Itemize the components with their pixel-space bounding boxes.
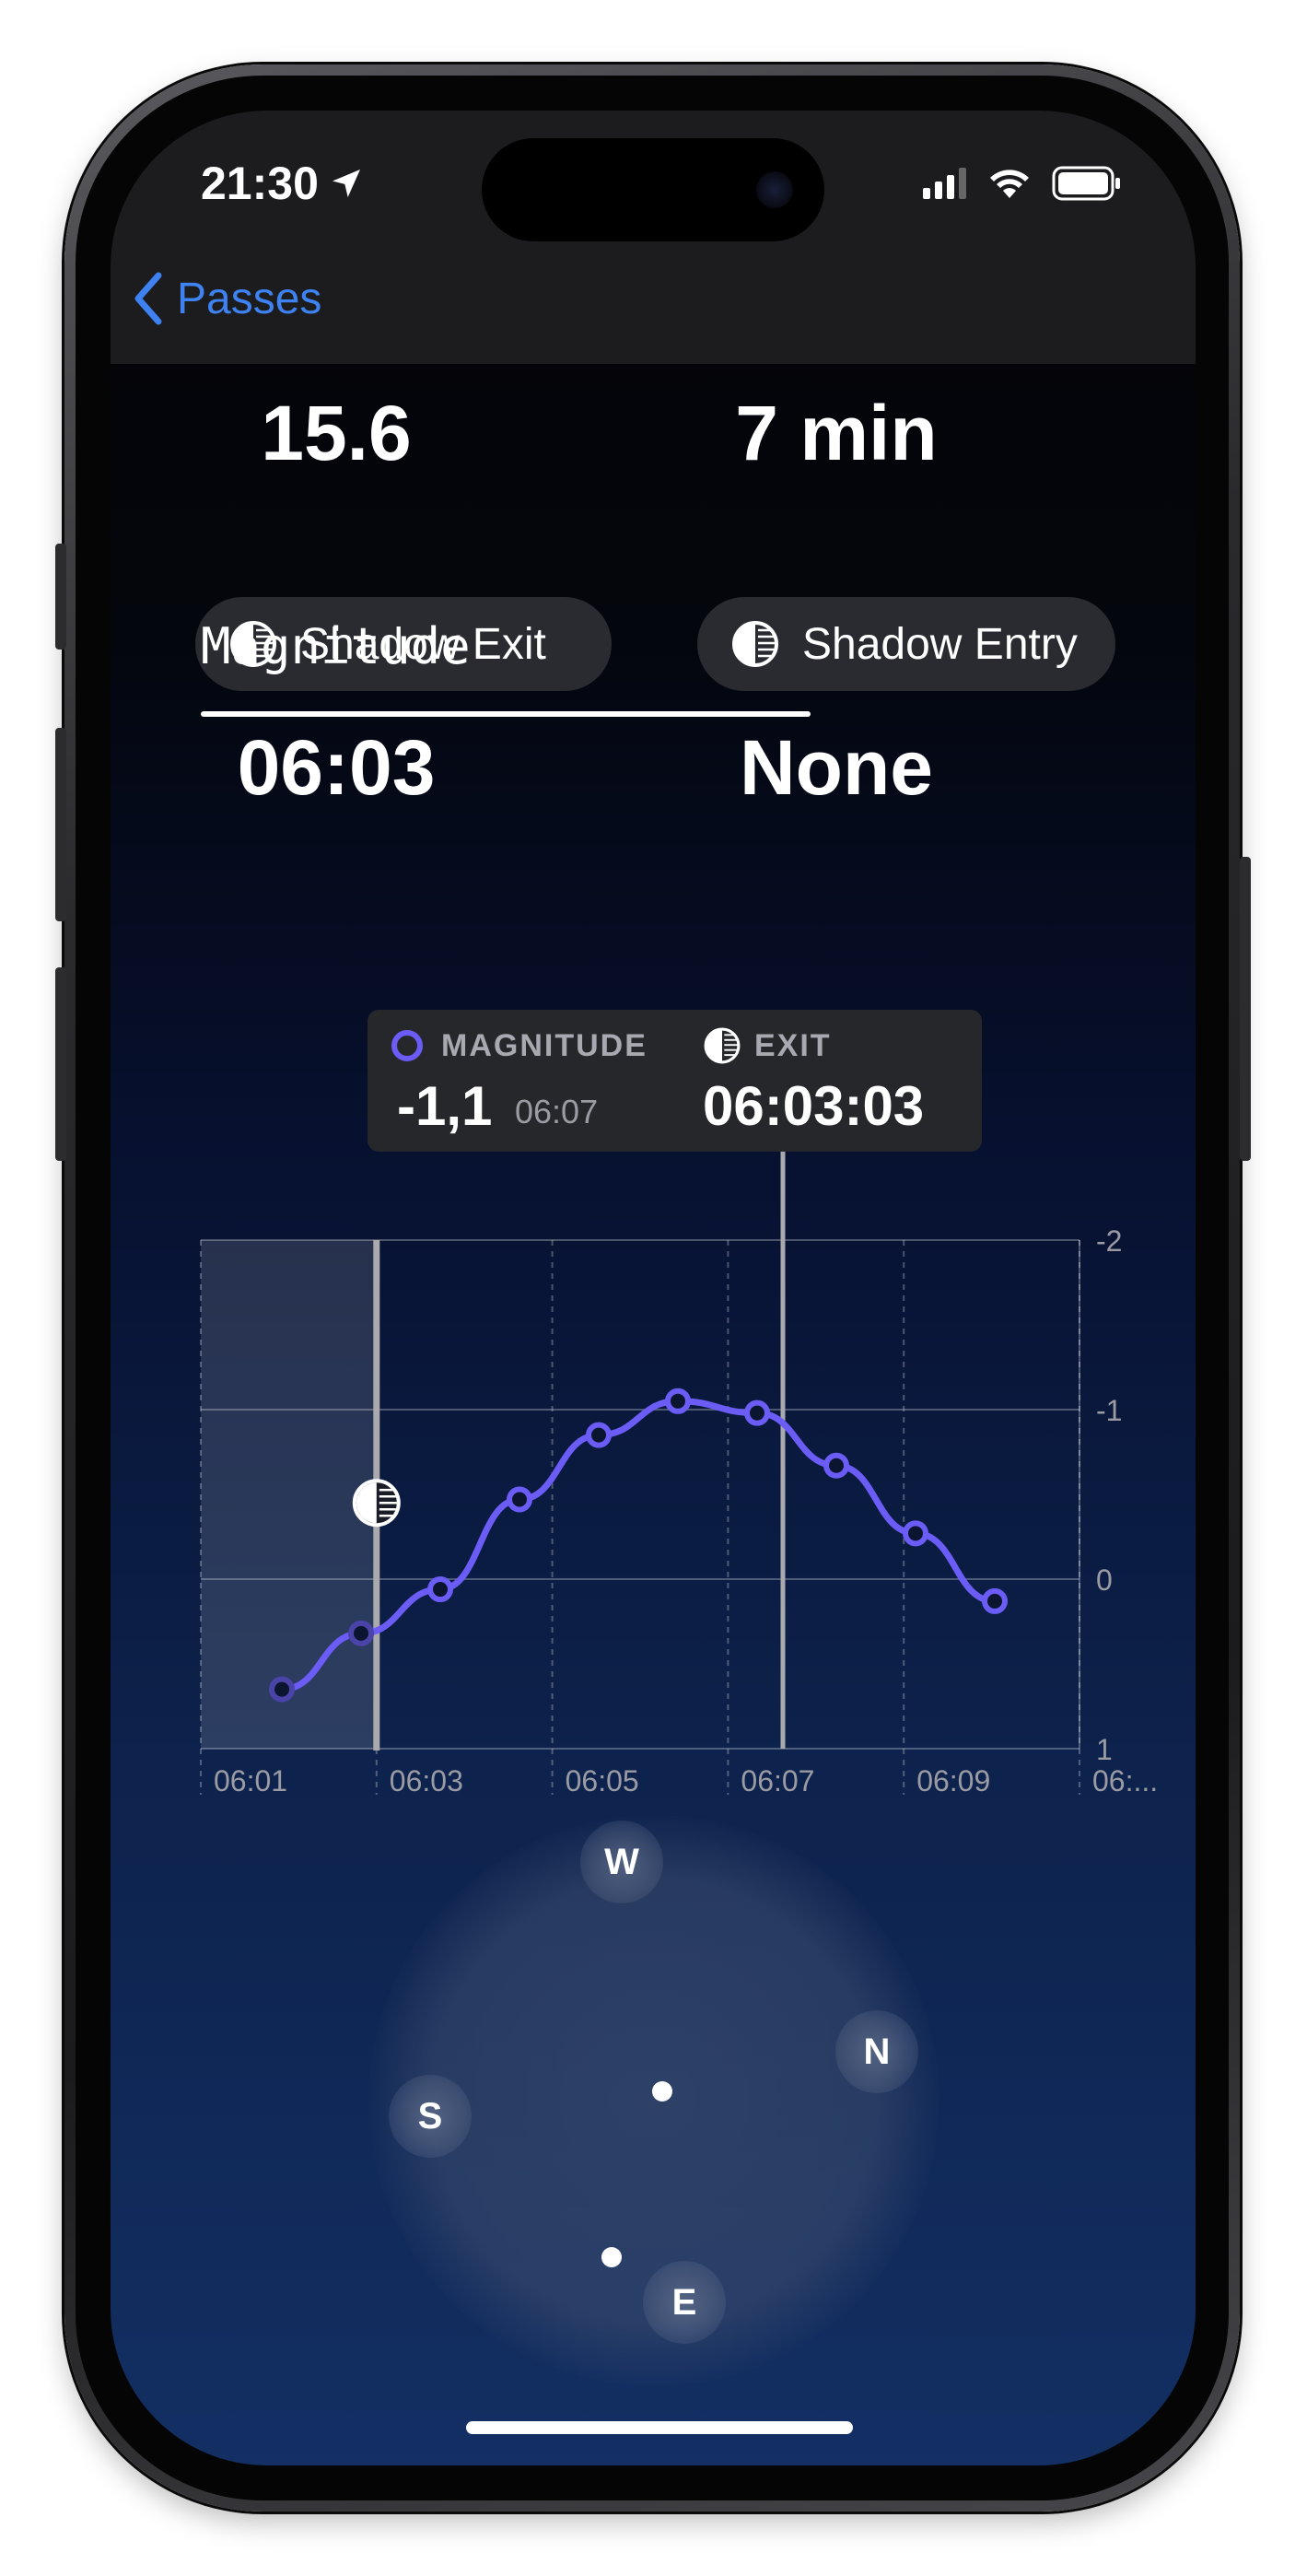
tooltip-magnitude-label: MAGNITUDE: [441, 1028, 648, 1063]
tab-magnitude[interactable]: Magnitude: [201, 617, 471, 675]
tooltip-exit-value: 06:03:03: [703, 1075, 925, 1137]
compass-north: N: [835, 2010, 918, 2093]
screen: 21:30 Passes 15.6 7 min Shadow Exit Shad…: [111, 111, 1196, 2465]
shadow-exit-value: 06:03: [237, 724, 436, 811]
magnitude-series-icon: [391, 1030, 423, 1061]
tab-underline: [201, 711, 811, 717]
data-point: [903, 1520, 928, 1547]
tooltip-magnitude-time: 06:07: [515, 1093, 599, 1130]
compass-west: W: [580, 1821, 663, 1903]
y-tick-label: 0: [1096, 1563, 1113, 1597]
camera-icon: [756, 171, 793, 208]
data-point: [744, 1399, 770, 1426]
data-point: [507, 1486, 532, 1513]
status-indicators: [923, 166, 1122, 201]
satellite-position-dot: [601, 2247, 622, 2267]
volume-up-button: [55, 728, 66, 921]
shadow-exit-marker-icon: [352, 1479, 401, 1528]
data-point: [427, 1576, 453, 1603]
dynamic-island: [482, 138, 824, 241]
half-circle-icon: [732, 621, 778, 667]
y-tick-label: -2: [1096, 1224, 1122, 1258]
shadow-entry-label: Shadow Entry: [802, 619, 1078, 669]
x-tick-label: 06:05: [566, 1764, 639, 1797]
half-circle-icon: [704, 1027, 741, 1064]
status-time: 21:30: [201, 157, 365, 210]
data-point: [823, 1452, 849, 1479]
tooltip-exit-label: EXIT: [754, 1028, 832, 1063]
tooltip-magnitude-value: -1,1: [397, 1075, 493, 1137]
shadow-entry-pill: Shadow Entry: [697, 597, 1115, 691]
x-tick-label: 06:07: [741, 1764, 814, 1797]
data-point: [586, 1422, 612, 1448]
status-time-text: 21:30: [201, 158, 319, 209]
magnitude-series-line: [281, 1398, 996, 1693]
wifi-icon: [990, 170, 1029, 198]
home-indicator[interactable]: [466, 2421, 853, 2434]
power-button: [1240, 857, 1251, 1161]
sky-position-dot: [652, 2081, 672, 2102]
stat-left-value: 15.6: [261, 390, 412, 476]
location-arrow-icon: [332, 170, 360, 197]
x-tick-label: 06:03: [390, 1764, 463, 1797]
shadow-entry-value: None: [740, 724, 933, 811]
data-point: [269, 1676, 295, 1703]
data-point: [982, 1587, 1008, 1614]
y-tick-label: -1: [1096, 1394, 1122, 1427]
data-point: [665, 1388, 691, 1414]
back-button-label: Passes: [177, 274, 322, 323]
compass-east: E: [643, 2261, 726, 2344]
chart-tooltip: MAGNITUDE -1,1 06:07 EXIT 06:03:03: [368, 1010, 982, 1152]
volume-down-button: [55, 967, 66, 1161]
x-tick-label: 06:...: [1092, 1764, 1158, 1797]
back-button[interactable]: Passes: [133, 272, 321, 325]
stat-right-value: 7 min: [735, 390, 938, 476]
x-tick-label: 06:09: [916, 1764, 990, 1797]
shadow-region: [201, 1240, 377, 1749]
battery-icon: [1052, 166, 1120, 201]
data-point: [348, 1620, 374, 1646]
x-tick-label: 06:01: [214, 1764, 287, 1797]
action-button: [55, 544, 66, 650]
magnitude-chart[interactable]: -2 -1 0 1 06:01 06:03 06:05 06:07 06:09 06:...: [111, 1078, 1196, 1797]
compass-south: S: [389, 2075, 472, 2158]
cellular-signal-icon: [923, 168, 966, 199]
chevron-left-icon: [134, 272, 162, 325]
y-tick-label: 1: [1096, 1733, 1113, 1766]
